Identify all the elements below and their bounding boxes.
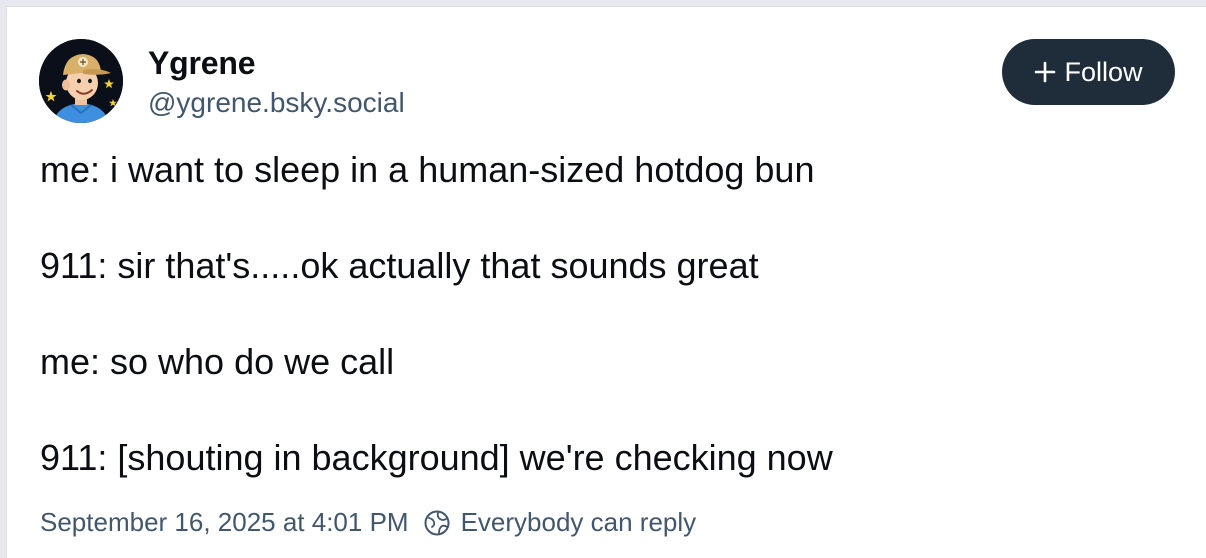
plus-icon [1035, 61, 1056, 83]
author-handle[interactable]: @ygrene.bsky.social [148, 87, 405, 119]
globe-reply-icon [424, 510, 450, 535]
reply-setting-label[interactable]: Everybody can reply [461, 507, 697, 538]
post-text-line: me: so who do we call [40, 341, 395, 382]
post-meta: September 16, 2025 at 4:01 PM Everybody … [40, 507, 696, 538]
post-text-line: me: i want to sleep in a human-sized hot… [40, 149, 815, 190]
avatar[interactable] [39, 39, 123, 123]
cartoon-man-cap-avatar-icon [39, 39, 123, 123]
post-text-line: 911: sir that's.....ok actually that sou… [40, 245, 759, 286]
post-text-line: 911: [shouting in background] we're chec… [40, 437, 833, 478]
follow-button[interactable]: Follow [1002, 39, 1175, 105]
author-display-name[interactable]: Ygrene [148, 45, 255, 82]
post-card: Ygrene @ygrene.bsky.social Follow me: i … [6, 6, 1206, 558]
follow-button-label: Follow [1064, 56, 1143, 87]
post-timestamp[interactable]: September 16, 2025 at 4:01 PM [40, 507, 409, 538]
